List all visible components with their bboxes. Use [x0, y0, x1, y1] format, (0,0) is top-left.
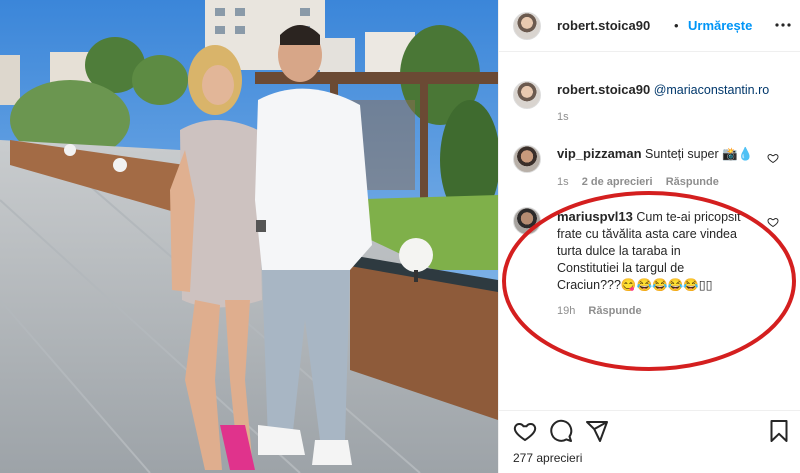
comment-text: vip_pizzaman Sunteți super 📸💧 — [557, 145, 753, 163]
caption-avatar[interactable] — [513, 81, 541, 109]
comment-body-line: frate cu tăvălita asta care vindea — [557, 227, 737, 241]
comment-time: 1s — [557, 176, 569, 188]
bookmark-icon[interactable] — [767, 419, 791, 443]
heart-icon[interactable] — [513, 419, 537, 443]
comment-body-line: Constitutiei la targul de — [557, 261, 685, 275]
like-comment-icon[interactable] — [767, 152, 779, 164]
caption-time: 1s — [557, 111, 569, 123]
comment-username[interactable]: vip_pizzaman — [557, 146, 642, 161]
comment-likes[interactable]: 2 de aprecieri — [582, 176, 653, 188]
share-icon[interactable] — [585, 419, 609, 443]
caption-mention[interactable]: @mariaconstantin.ro — [654, 83, 770, 97]
comment-body-line: Craciun???😋😂😂😂😂▯▯ — [557, 278, 713, 292]
reply-button[interactable]: Răspunde — [666, 176, 719, 188]
post-header: robert.stoica90 • Urmărește — [499, 0, 800, 52]
comment-meta: 19h Răspunde — [557, 305, 642, 317]
comment-body-line: turta dulce la taraba in — [557, 244, 681, 258]
author-username[interactable]: robert.stoica90 — [557, 18, 650, 33]
more-options-icon[interactable] — [775, 22, 791, 28]
comment-username[interactable]: mariuspvl13 — [557, 209, 633, 224]
reply-button[interactable]: Răspunde — [588, 305, 641, 317]
like-comment-icon[interactable] — [767, 216, 779, 228]
comment-body-line: Cum te-ai pricopsit — [636, 210, 741, 224]
comment-body: Sunteți super 📸💧 — [645, 147, 754, 161]
likes-count[interactable]: 277 aprecieri — [513, 451, 582, 465]
comment-meta: 1s 2 de aprecieri Răspunde — [557, 176, 719, 188]
post-side-panel: robert.stoica90 • Urmărește robert.stoic… — [498, 0, 800, 473]
post-photo — [0, 0, 498, 473]
comments-list[interactable]: robert.stoica90 @mariaconstantin.ro 1s v… — [499, 53, 800, 408]
follow-button[interactable]: Urmărește — [688, 18, 752, 33]
header-separator: • — [674, 18, 679, 33]
author-avatar[interactable] — [513, 12, 541, 40]
comment-avatar[interactable] — [513, 145, 541, 173]
comment-avatar[interactable] — [513, 207, 541, 235]
comment-text: mariuspvl13 Cum te-ai pricopsit frate cu… — [557, 208, 762, 294]
caption-username[interactable]: robert.stoica90 — [557, 82, 650, 97]
caption-text: robert.stoica90 @mariaconstantin.ro — [557, 81, 769, 99]
comment-time: 19h — [557, 305, 576, 317]
comment-icon[interactable] — [549, 419, 573, 443]
post-actions: 277 aprecieri — [499, 410, 800, 473]
